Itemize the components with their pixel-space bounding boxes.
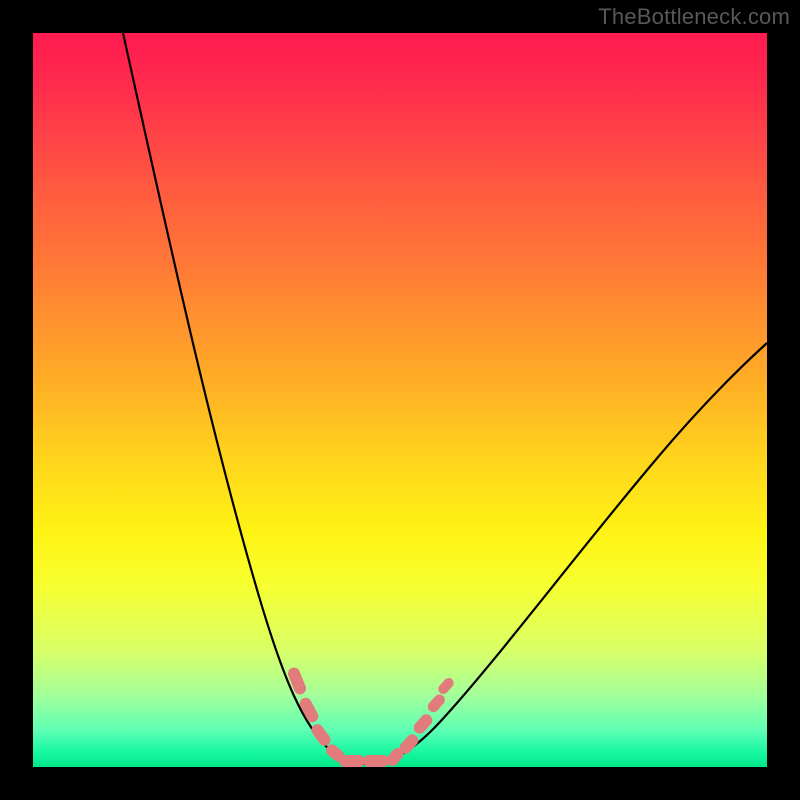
marker-group bbox=[286, 666, 456, 769]
curve-overlay bbox=[33, 33, 767, 767]
right-curve bbox=[365, 343, 767, 764]
chart-frame: TheBottleneck.com bbox=[0, 0, 800, 800]
watermark-text: TheBottleneck.com bbox=[598, 4, 790, 30]
plot-area bbox=[33, 33, 767, 767]
left-curve bbox=[123, 33, 365, 764]
